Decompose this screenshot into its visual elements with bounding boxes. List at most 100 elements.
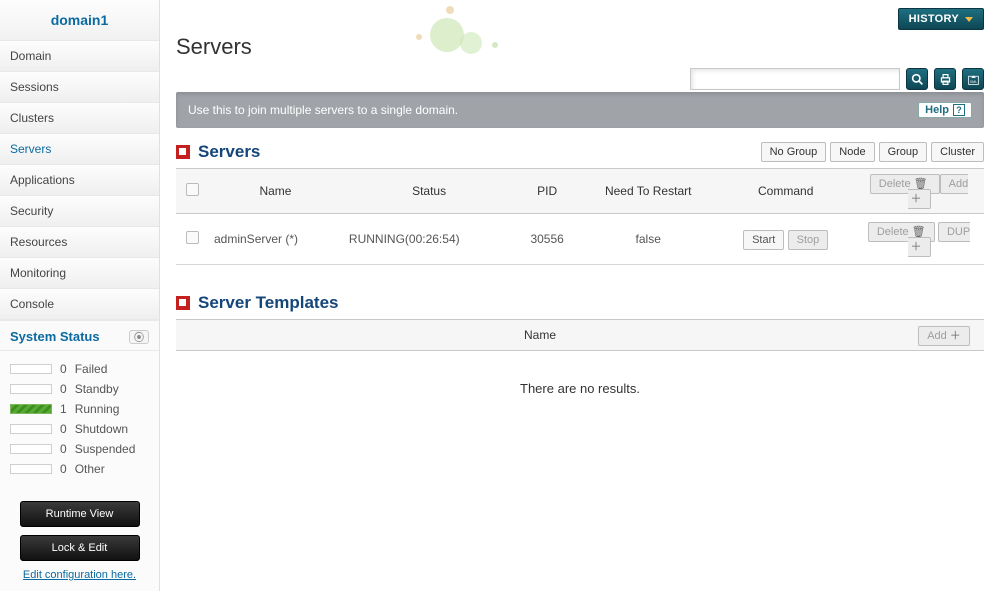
scope-button-cluster[interactable]: Cluster — [931, 142, 984, 162]
status-label: Shutdown — [75, 422, 128, 436]
status-bar-icon — [10, 464, 52, 474]
nav-item-console[interactable]: Console — [0, 289, 159, 320]
nav-item-clusters[interactable]: Clusters — [0, 103, 159, 134]
sidebar: domain1 DomainSessionsClustersServersApp… — [0, 0, 160, 591]
print-icon[interactable] — [934, 68, 956, 90]
servers-title-label: Servers — [198, 142, 260, 162]
templates-header-row: Name Add＋ — [176, 320, 984, 351]
stop-button[interactable]: Stop — [788, 230, 829, 250]
select-all-checkbox[interactable] — [186, 183, 199, 196]
status-count: 0 — [60, 362, 67, 376]
status-count: 0 — [60, 462, 67, 476]
server-command: Start Stop — [717, 214, 854, 265]
server-row: adminServer (*)RUNNING(00:26:54)30556fal… — [176, 214, 984, 265]
plus-icon: ＋ — [911, 190, 922, 206]
toggle-icon[interactable]: ⦿ — [129, 330, 149, 344]
info-banner-text: Use this to join multiple servers to a s… — [188, 103, 458, 117]
scope-button-group[interactable]: Group — [879, 142, 928, 162]
servers-header-row: Name Status PID Need To Restart Command … — [176, 169, 984, 214]
plus-icon: ＋ — [950, 327, 961, 343]
system-status-list: 0 Failed 0 Standby 1 Running 0 Shutdown 0 Suspend… — [0, 351, 159, 487]
templates-body: There are no results. — [176, 351, 984, 426]
status-count: 1 — [60, 402, 67, 416]
topbar: HISTORY — [176, 8, 984, 30]
history-label: HISTORY — [909, 13, 959, 25]
edit-configuration-link[interactable]: Edit configuration here. — [10, 569, 149, 581]
scope-button-no-group[interactable]: No Group — [761, 142, 827, 162]
status-bar-icon — [10, 384, 52, 394]
servers-section-title: Servers — [176, 142, 260, 162]
no-results-text: There are no results. — [176, 351, 984, 426]
system-status-header: System Status ⦿ — [0, 320, 159, 351]
page-title: Servers — [176, 34, 984, 60]
plus-icon: ＋ — [911, 238, 922, 254]
status-row-suspended: 0 Suspended — [10, 439, 149, 459]
status-label: Suspended — [75, 442, 136, 456]
status-count: 0 — [60, 422, 67, 436]
status-bar-icon — [10, 444, 52, 454]
status-label: Failed — [75, 362, 108, 376]
col-pid: PID — [515, 169, 579, 214]
templates-col-name: Name — [176, 320, 904, 351]
info-banner: Use this to join multiple servers to a s… — [176, 92, 984, 128]
start-button[interactable]: Start — [743, 230, 784, 250]
status-count: 0 — [60, 442, 67, 456]
row-actions: Delete🗑 DUP＋ — [854, 214, 984, 265]
servers-table: Name Status PID Need To Restart Command … — [176, 168, 984, 265]
search-icon[interactable] — [906, 68, 928, 90]
status-label: Running — [75, 402, 120, 416]
help-icon: ? — [953, 104, 965, 116]
export-xml-icon[interactable]: XML — [962, 68, 984, 90]
row-checkbox[interactable] — [186, 231, 199, 244]
templates-section-title: Server Templates — [176, 293, 338, 313]
nav-item-applications[interactable]: Applications — [0, 165, 159, 196]
sidebar-actions: Runtime View Lock & Edit Edit configurat… — [0, 491, 159, 591]
scope-button-node[interactable]: Node — [830, 142, 874, 162]
templates-section-header: Server Templates — [176, 293, 984, 313]
svg-text:XML: XML — [969, 79, 977, 83]
domain-title[interactable]: domain1 — [0, 0, 159, 41]
servers-section-header: Servers No GroupNodeGroupCluster — [176, 142, 984, 162]
nav-item-resources[interactable]: Resources — [0, 227, 159, 258]
main-content: HISTORY Servers XML Use this to join mul… — [160, 0, 994, 591]
col-name: Name — [208, 169, 343, 214]
server-status: RUNNING(00:26:54) — [343, 214, 515, 265]
section-badge-icon — [176, 145, 190, 159]
help-label: Help — [925, 104, 949, 116]
nav-item-security[interactable]: Security — [0, 196, 159, 227]
col-restart: Need To Restart — [579, 169, 717, 214]
scope-button-group: No GroupNodeGroupCluster — [761, 142, 984, 162]
server-name[interactable]: adminServer (*) — [208, 214, 343, 265]
templates-col-actions: Add＋ — [904, 320, 984, 351]
status-label: Standby — [75, 382, 119, 396]
status-row-other: 0 Other — [10, 459, 149, 479]
lock-and-edit-button[interactable]: Lock & Edit — [20, 535, 140, 561]
status-count: 0 — [60, 382, 67, 396]
nav-item-servers[interactable]: Servers — [0, 134, 159, 165]
nav-list: DomainSessionsClustersServersApplication… — [0, 41, 159, 320]
col-command: Command — [717, 169, 854, 214]
status-bar-icon — [10, 364, 52, 374]
status-bar-icon — [10, 404, 52, 414]
help-button[interactable]: Help ? — [918, 102, 972, 118]
status-row-running: 1 Running — [10, 399, 149, 419]
nav-item-monitoring[interactable]: Monitoring — [0, 258, 159, 289]
system-status-title: System Status — [10, 329, 100, 344]
search-input[interactable] — [690, 68, 900, 90]
status-row-standby: 0 Standby — [10, 379, 149, 399]
toolbar: XML — [176, 68, 984, 90]
nav-item-domain[interactable]: Domain — [0, 41, 159, 72]
status-bar-icon — [10, 424, 52, 434]
status-row-failed: 0 Failed — [10, 359, 149, 379]
server-pid: 30556 — [515, 214, 579, 265]
templates-add-button[interactable]: Add＋ — [918, 326, 970, 346]
history-button[interactable]: HISTORY — [898, 8, 984, 30]
server-restart: false — [579, 214, 717, 265]
col-actions: Delete🗑 Add＋ — [854, 169, 984, 214]
nav-item-sessions[interactable]: Sessions — [0, 72, 159, 103]
templates-table: Name Add＋ — [176, 319, 984, 351]
status-row-shutdown: 0 Shutdown — [10, 419, 149, 439]
runtime-view-button[interactable]: Runtime View — [20, 501, 140, 527]
col-status: Status — [343, 169, 515, 214]
status-label: Other — [75, 462, 105, 476]
